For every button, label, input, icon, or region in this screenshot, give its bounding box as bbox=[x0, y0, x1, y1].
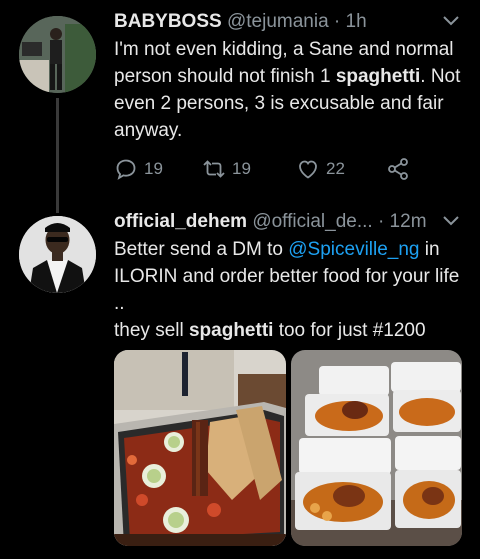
tweet-text: I'm not even kidding, a Sane and normal … bbox=[114, 36, 464, 144]
tweet-text-part: too for just #1200 bbox=[273, 320, 426, 341]
tweet-2[interactable]: official_dehem @official_de... · 12m Bet… bbox=[0, 200, 480, 559]
action-bar: 19 19 22 bbox=[114, 154, 434, 184]
tweet-text-bold: spaghetti bbox=[335, 66, 421, 87]
food-tray-photo bbox=[114, 350, 286, 546]
retweet-icon bbox=[203, 160, 225, 178]
user-handle[interactable]: @tejumania bbox=[227, 11, 329, 32]
like-button[interactable]: 22 bbox=[296, 154, 345, 184]
share-button[interactable] bbox=[386, 154, 416, 184]
avatar[interactable] bbox=[19, 216, 96, 293]
tweet-text-part: they sell bbox=[114, 320, 189, 341]
timestamp: · 1h bbox=[333, 11, 367, 32]
share-icon bbox=[388, 158, 408, 180]
avatar[interactable] bbox=[19, 16, 96, 93]
user-handle[interactable]: @official_de... bbox=[252, 211, 372, 232]
retweet-count: 19 bbox=[232, 159, 251, 178]
tweet-header: BABYBOSS @tejumania · 1h bbox=[114, 10, 456, 34]
mention-link[interactable]: @Spiceville_ng bbox=[288, 239, 419, 260]
reply-button[interactable]: 19 bbox=[114, 154, 163, 184]
like-count: 22 bbox=[326, 159, 345, 178]
timestamp: · 12m bbox=[377, 211, 427, 232]
chevron-down-icon[interactable] bbox=[442, 214, 460, 228]
reply-icon bbox=[116, 159, 136, 180]
tweet-text: Better send a DM to @Spiceville_ng in IL… bbox=[114, 236, 464, 344]
media-image-2[interactable] bbox=[291, 350, 462, 546]
reply-count: 19 bbox=[144, 159, 163, 178]
display-name[interactable]: official_dehem bbox=[114, 211, 247, 232]
tweet-header: official_dehem @official_de... · 12m bbox=[114, 210, 456, 234]
tweet-text-part: Better send a DM to bbox=[114, 239, 289, 260]
retweet-button[interactable]: 19 bbox=[202, 154, 251, 184]
thread-line bbox=[56, 98, 59, 213]
avatar-photo bbox=[19, 216, 96, 293]
heart-icon bbox=[299, 160, 317, 179]
display-name[interactable]: BABYBOSS bbox=[114, 11, 222, 32]
chevron-down-icon[interactable] bbox=[442, 14, 460, 28]
takeaway-packs-photo bbox=[291, 350, 462, 546]
media-image-1[interactable] bbox=[114, 350, 286, 546]
tweet-text-bold: spaghetti bbox=[188, 320, 274, 341]
avatar-photo bbox=[19, 16, 96, 93]
tweet-1[interactable]: BABYBOSS @tejumania · 1h I'm not even ki… bbox=[0, 0, 480, 213]
